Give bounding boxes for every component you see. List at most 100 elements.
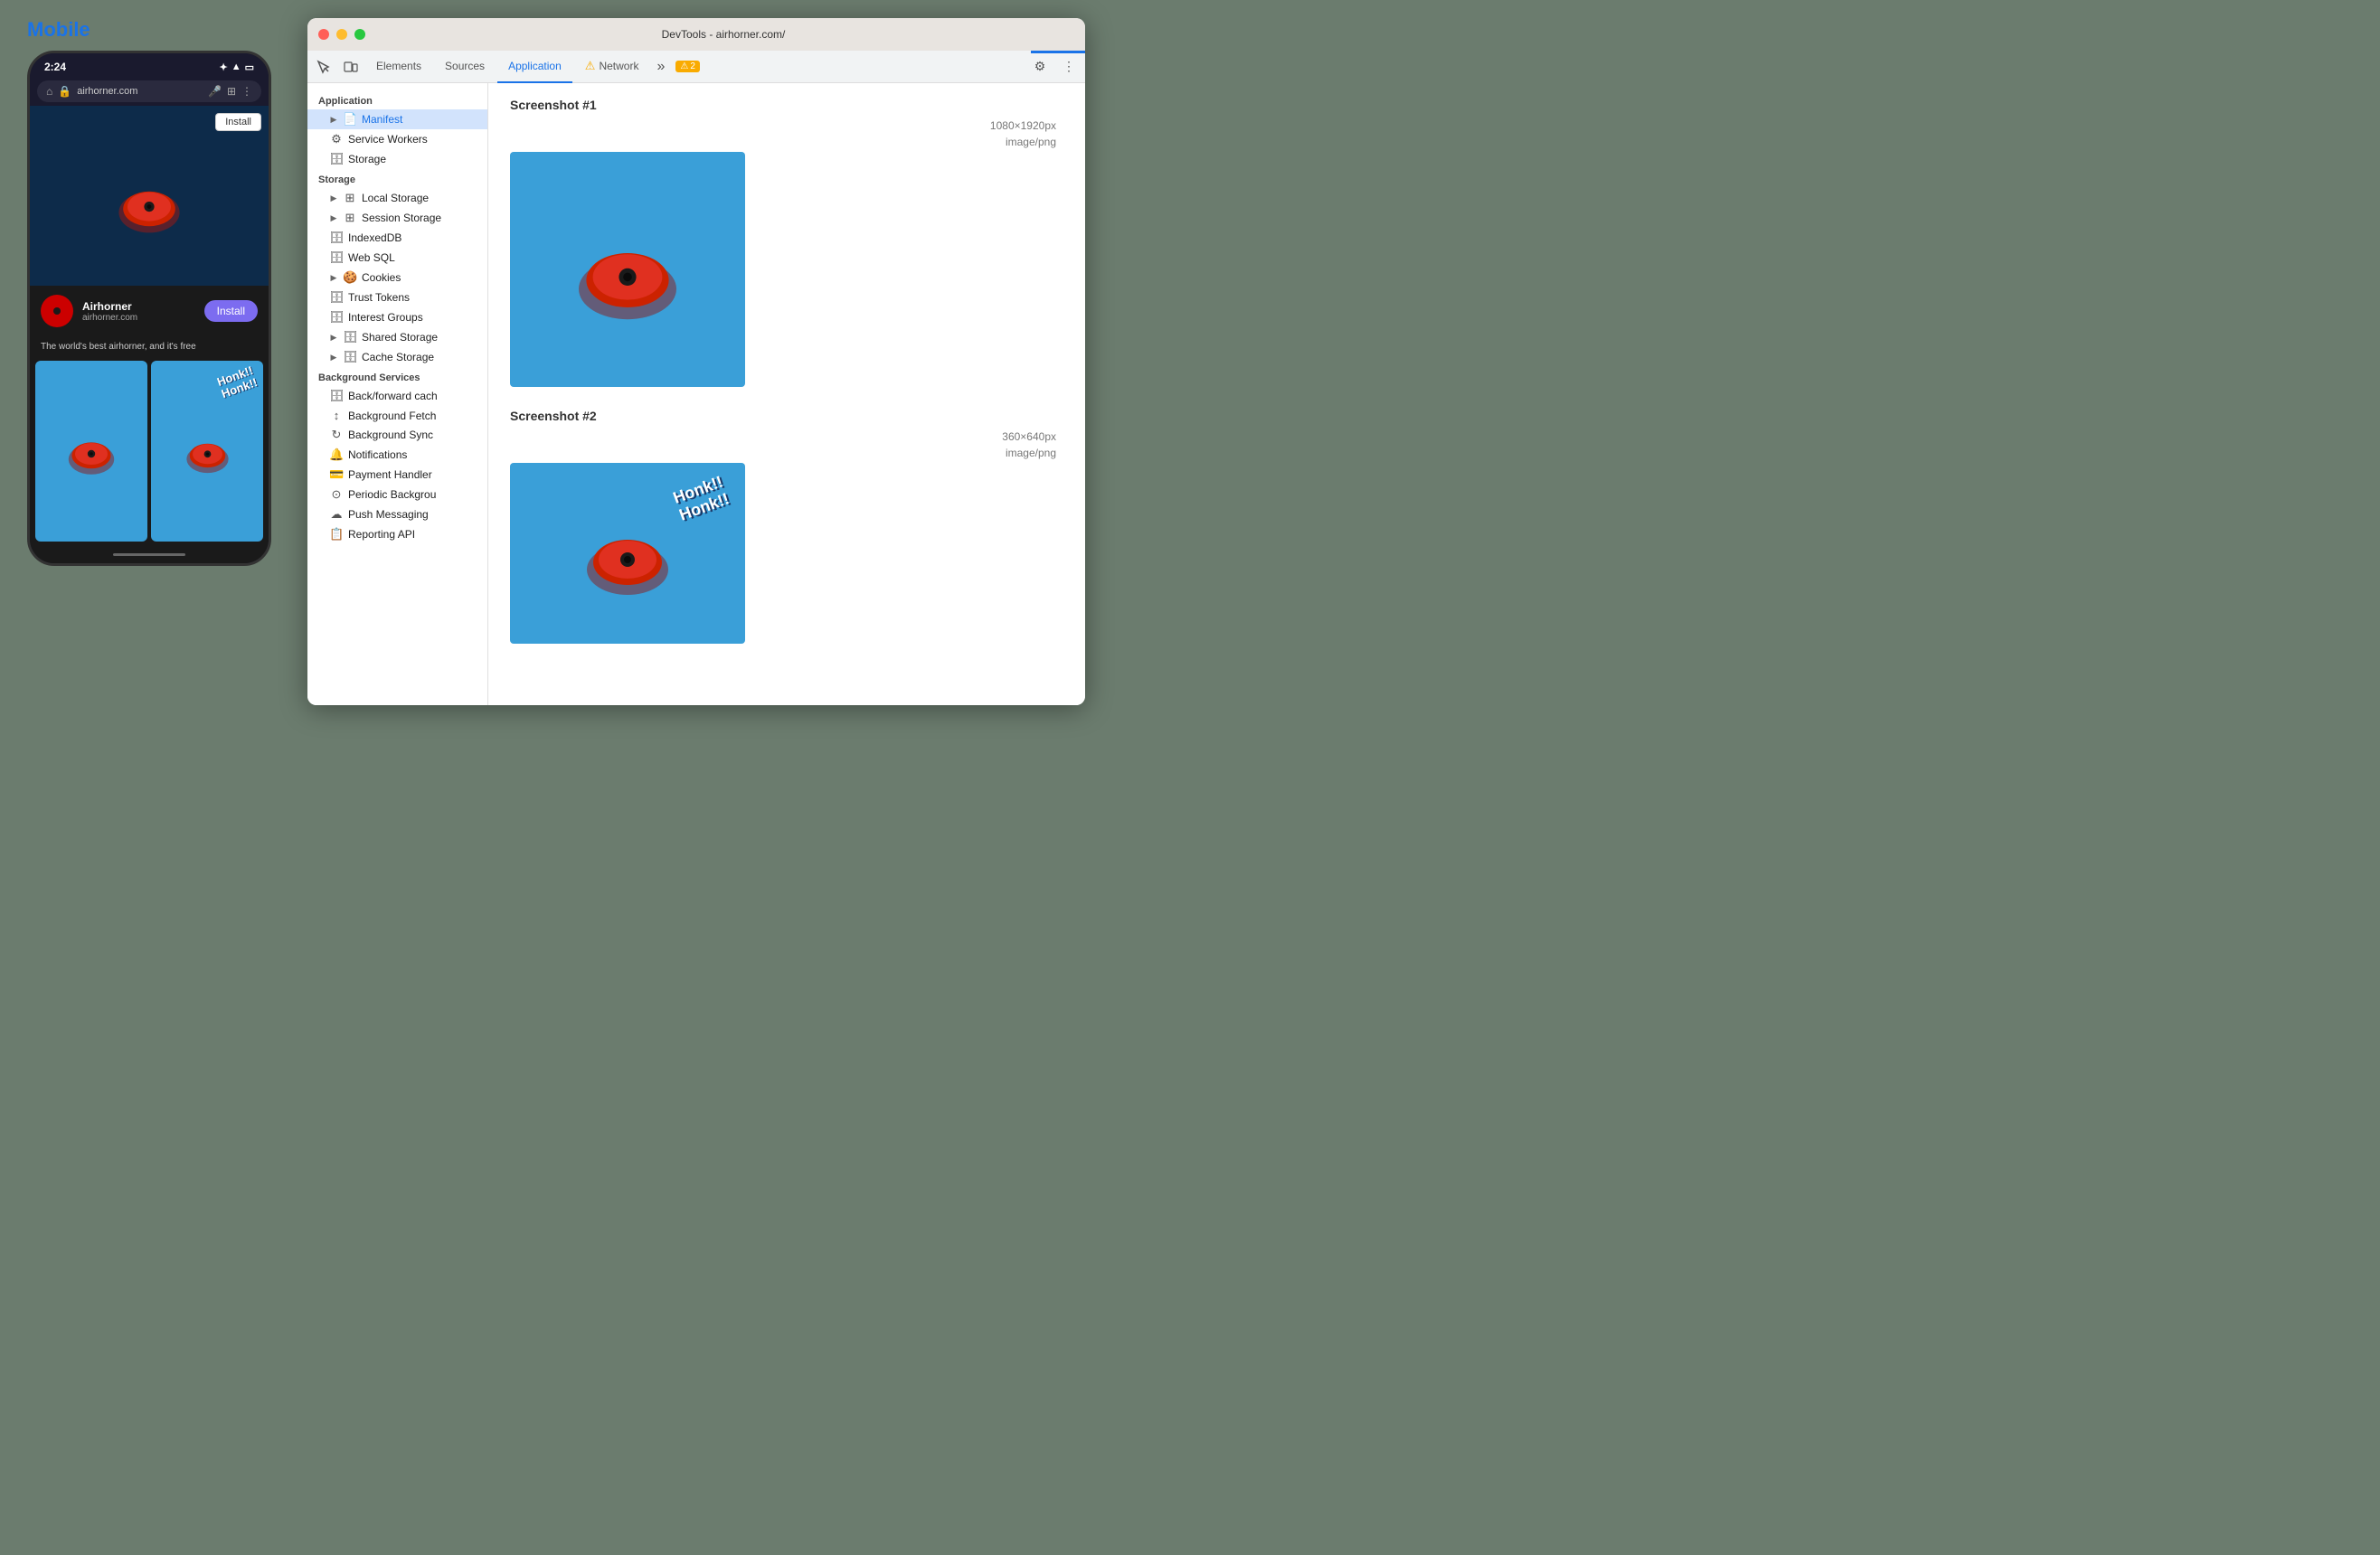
screenshot-2-dimensions: 360×640px (510, 430, 1063, 443)
maximize-button[interactable] (354, 29, 365, 40)
screenshot-entry-1: Screenshot #1 1080×1920px image/png (510, 98, 1063, 387)
cache-storage-icon: 🗄 (343, 350, 357, 364)
sidebar-item-service-workers[interactable]: ⚙ Service Workers (307, 129, 487, 149)
bg-sync-label: Background Sync (348, 429, 433, 441)
service-workers-label: Service Workers (348, 133, 428, 146)
tab-network[interactable]: ⚠ Network (574, 51, 650, 83)
notifications-label: Notifications (348, 448, 407, 461)
local-storage-icon: ⊞ (343, 191, 357, 205)
sidebar-item-websql[interactable]: 🗄 Web SQL (307, 248, 487, 268)
phone-status-icons: ✦ ▲ ▭ (219, 61, 254, 73)
sidebar-section-storage: Storage (307, 169, 487, 188)
devtools-body: Application ▶ 📄 Manifest ⚙ Service Worke… (307, 83, 1085, 705)
cache-storage-label: Cache Storage (362, 351, 434, 363)
active-tab-indicator (1031, 51, 1085, 53)
sidebar-item-periodic-bg[interactable]: ⊙ Periodic Backgrou (307, 485, 487, 504)
device-icon (344, 60, 358, 74)
phone-status-bar: 2:24 ✦ ▲ ▭ (30, 53, 269, 77)
bg-fetch-label: Background Fetch (348, 410, 436, 422)
inspect-element-btn[interactable] (311, 54, 336, 80)
sidebar-item-back-forward[interactable]: 🗄 Back/forward cach (307, 386, 487, 406)
sidebar-item-bg-fetch[interactable]: ↕ Background Fetch (307, 406, 487, 425)
tab-elements[interactable]: Elements (365, 51, 432, 83)
menu-icon: ⋮ (241, 85, 252, 98)
service-workers-icon: ⚙ (329, 132, 344, 146)
session-storage-arrow-icon: ▶ (329, 213, 338, 222)
trust-tokens-label: Trust Tokens (348, 291, 410, 304)
bg-fetch-icon: ↕ (329, 409, 344, 422)
bluetooth-icon: ✦ (219, 61, 227, 73)
sidebar-item-notifications[interactable]: 🔔 Notifications (307, 445, 487, 465)
phone-address-bar[interactable]: ⌂ 🔒 airhorner.com 🎤 ⊞ ⋮ (37, 80, 261, 102)
reporting-api-label: Reporting API (348, 528, 415, 541)
cursor-icon (316, 60, 331, 74)
sidebar-item-storage-app[interactable]: 🗄 Storage (307, 149, 487, 169)
sidebar-item-interest-groups[interactable]: 🗄 Interest Groups (307, 307, 487, 327)
push-messaging-icon: ☁ (329, 507, 344, 522)
manifest-label: Manifest (362, 113, 402, 126)
sidebar-item-shared-storage[interactable]: ▶ 🗄 Shared Storage (307, 327, 487, 347)
devtools-sidebar: Application ▶ 📄 Manifest ⚙ Service Worke… (307, 83, 488, 705)
sidebar-section-background: Background Services (307, 367, 487, 386)
indexeddb-label: IndexedDB (348, 231, 401, 244)
sidebar-item-session-storage[interactable]: ▶ ⊞ Session Storage (307, 208, 487, 228)
back-forward-label: Back/forward cach (348, 390, 438, 402)
cookies-arrow-icon: ▶ (329, 273, 338, 282)
devtools-tabs-bar: Elements Sources Application ⚠ Network »… (307, 51, 1085, 83)
local-storage-label: Local Storage (362, 192, 429, 204)
app-info: Airhorner airhorner.com (82, 300, 195, 323)
devtools-main-panel: Screenshot #1 1080×1920px image/png Scre… (488, 83, 1085, 705)
more-options-button[interactable]: ⋮ (1056, 54, 1081, 80)
shared-storage-label: Shared Storage (362, 331, 438, 344)
mobile-section: Mobile 2:24 ✦ ▲ ▭ ⌂ 🔒 airhorner.com 🎤 ⊞ … (27, 18, 271, 566)
indexeddb-icon: 🗄 (329, 231, 344, 245)
screenshot-2-title: Screenshot #2 (510, 409, 1063, 423)
install-banner-btn[interactable]: Install (204, 300, 258, 322)
push-messaging-label: Push Messaging (348, 508, 429, 521)
airhorn-hero-icon (113, 169, 185, 241)
tab-application[interactable]: Application (497, 51, 572, 83)
warning-triangle-icon: ⚠ (585, 59, 596, 73)
sidebar-item-trust-tokens[interactable]: 🗄 Trust Tokens (307, 287, 487, 307)
phone-screenshots-row: Honk!!Honk!! (30, 357, 269, 545)
sidebar-item-reporting-api[interactable]: 📋 Reporting API (307, 524, 487, 544)
minimize-button[interactable] (336, 29, 347, 40)
tab-sources[interactable]: Sources (434, 51, 496, 83)
promo-text: The world's best airhorner, and it's fre… (30, 336, 269, 357)
sidebar-item-push-messaging[interactable]: ☁ Push Messaging (307, 504, 487, 524)
trust-tokens-icon: 🗄 (329, 290, 344, 305)
battery-icon: ▭ (245, 61, 254, 73)
device-toolbar-btn[interactable] (338, 54, 364, 80)
session-storage-icon: ⊞ (343, 211, 357, 225)
window-title: DevTools - airhorner.com/ (373, 28, 1074, 41)
tab-icon: ⊞ (227, 85, 236, 98)
app-icon-dot (53, 307, 61, 315)
sidebar-item-cache-storage[interactable]: ▶ 🗄 Cache Storage (307, 347, 487, 367)
mobile-label: Mobile (27, 18, 90, 42)
interest-groups-icon: 🗄 (329, 310, 344, 325)
local-storage-arrow-icon: ▶ (329, 193, 338, 203)
manifest-file-icon: 📄 (343, 112, 357, 127)
screenshot-preview-2: Honk!!Honk!! (510, 463, 745, 644)
sidebar-item-bg-sync[interactable]: ↻ Background Sync (307, 425, 487, 445)
screenshot-1-type: image/png (510, 136, 1063, 148)
sidebar-item-manifest[interactable]: ▶ 📄 Manifest (307, 109, 487, 129)
sidebar-item-cookies[interactable]: ▶ 🍪 Cookies (307, 268, 487, 287)
settings-button[interactable]: ⚙ (1027, 54, 1053, 80)
sidebar-item-local-storage[interactable]: ▶ ⊞ Local Storage (307, 188, 487, 208)
phone-screenshot-2: Honk!!Honk!! (151, 361, 263, 542)
warning-badge: ⚠ 2 (675, 61, 700, 72)
storage-icon: 🗄 (329, 152, 344, 166)
phone-main-content: Install (30, 106, 269, 286)
websql-label: Web SQL (348, 251, 395, 264)
payment-handler-label: Payment Handler (348, 468, 432, 481)
lock-icon: 🔒 (58, 85, 71, 98)
install-btn-top[interactable]: Install (215, 113, 261, 131)
sidebar-item-payment-handler[interactable]: 💳 Payment Handler (307, 465, 487, 485)
sidebar-item-indexeddb[interactable]: 🗄 IndexedDB (307, 228, 487, 248)
screenshot-1-title: Screenshot #1 (510, 98, 1063, 112)
notifications-icon: 🔔 (329, 448, 344, 462)
session-storage-label: Session Storage (362, 212, 441, 224)
more-tabs-btn[interactable]: » (651, 59, 670, 75)
close-button[interactable] (318, 29, 329, 40)
